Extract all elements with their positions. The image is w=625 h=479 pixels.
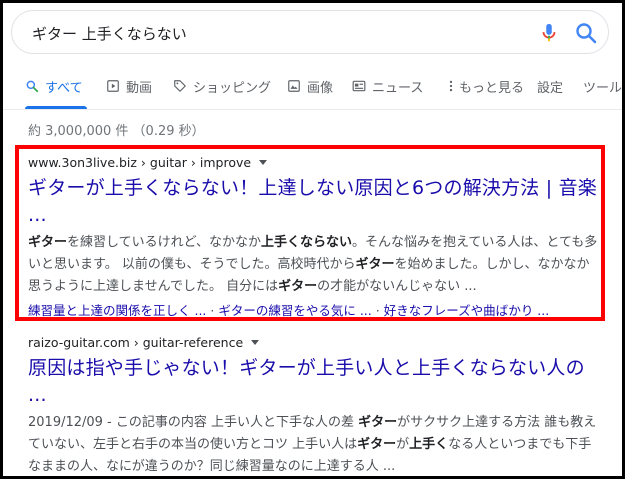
more-vert-icon [449, 80, 453, 92]
tab-news[interactable]: ニュース [352, 75, 423, 97]
active-tab-indicator [25, 106, 87, 109]
tab-label: ショッピング [193, 80, 272, 96]
snippet-keyword: ギター [278, 279, 318, 294]
result-title-line: 原因は指や手じゃない！ギターが上手い人と上手くならない人の ... [28, 357, 585, 406]
microphone-icon[interactable] [538, 21, 560, 45]
snippet-keyword: ギター [28, 235, 68, 250]
news-icon [352, 80, 366, 92]
tab-label: 画像 [307, 80, 334, 96]
search-input[interactable]: ギター 上手くならない [32, 23, 187, 44]
snippet-keyword: ギター [357, 437, 397, 452]
tab-tools[interactable]: ツール [583, 75, 622, 97]
search-result: www.3on3live.biz › guitar › improve ギターが… [28, 153, 598, 321]
caret-down-icon[interactable] [259, 159, 268, 165]
result-url-text: www.3on3live.biz › guitar › improve [28, 154, 252, 170]
tab-label: ニュース [372, 80, 424, 96]
sitelink[interactable]: ギターの練習をやる気に ... [218, 303, 371, 318]
result-url[interactable]: raizo-guitar.com › guitar-reference [28, 333, 598, 351]
tab-label: 設定 [537, 80, 564, 96]
tab-label: 動画 [126, 80, 153, 96]
snippet-text: が [396, 437, 410, 452]
result-title-line: ギターが上手くならない！上達しない原因と6つの解決方法 | 音楽 [28, 177, 597, 199]
snippet-keyword: 上手く [409, 437, 449, 452]
tab-label: すべて [45, 80, 83, 96]
image-icon [288, 80, 300, 92]
caret-down-icon[interactable] [251, 339, 260, 345]
search-icon [26, 80, 39, 93]
snippet-keyword: ギター [358, 415, 398, 430]
tab-more[interactable]: もっと見る [447, 75, 524, 97]
result-sitelinks: 練習量と上達の関係を正しく ... · ギターの練習をやる気に ... · 好き… [28, 301, 598, 321]
snippet-text: の才能がないんじゃない ... [317, 279, 477, 294]
tab-videos[interactable]: 動画 [106, 75, 152, 97]
browser-page: ギター 上手くならない すべて 動画 ショッピング 画像 ニュース もっと見る … [3, 3, 622, 476]
tab-all[interactable]: すべて [25, 75, 83, 97]
sitelink-separator: · [375, 303, 384, 318]
result-url-text: raizo-guitar.com › guitar-reference [28, 334, 244, 350]
result-snippet: 2019/12/09 - この記事の内容 上手い人と下手な人の差 ギターがサクサ… [28, 412, 598, 476]
snippet-text: を練習しているけれど、なかなか [67, 235, 261, 250]
tab-shopping[interactable]: ショッピング [173, 75, 271, 97]
tab-settings[interactable]: 設定 [537, 75, 563, 97]
snippet-text: 2019/12/09 - この記事の内容 上手い人と下手な人の差 [28, 415, 359, 430]
tab-label: もっと見る [459, 80, 525, 96]
result-title-line: ... [28, 204, 47, 226]
result-snippet: ギターを練習しているけれど、なかなか上手くならない。そんな悩みを抱えている人は、… [28, 232, 598, 298]
search-tabs: すべて 動画 ショッピング 画像 ニュース もっと見る 設定 ツール [3, 61, 622, 110]
snippet-keyword: 上手くならない [260, 235, 352, 250]
result-title-link[interactable]: 原因は指や手じゃない！ギターが上手い人と上手くならない人の ... [28, 355, 598, 409]
sitelink[interactable]: 好きなフレーズや曲ばかり ... [384, 303, 550, 318]
tab-label: ツール [583, 80, 622, 96]
tag-icon [174, 80, 186, 92]
search-result: raizo-guitar.com › guitar-reference 原因は指… [28, 333, 598, 476]
search-icon[interactable] [574, 21, 598, 45]
play-icon [107, 80, 119, 92]
result-stats: 約 3,000,000 件 （0.29 秒） [28, 124, 205, 139]
search-box[interactable]: ギター 上手くならない [11, 10, 609, 54]
sitelink[interactable]: 練習量と上達の関係を正しく ... [28, 303, 206, 318]
snippet-keyword: ギター [355, 257, 395, 272]
result-url[interactable]: www.3on3live.biz › guitar › improve [28, 153, 598, 171]
result-title-link[interactable]: ギターが上手くならない！上達しない原因と6つの解決方法 | 音楽 ... [28, 175, 598, 229]
tab-images[interactable]: 画像 [287, 75, 333, 97]
